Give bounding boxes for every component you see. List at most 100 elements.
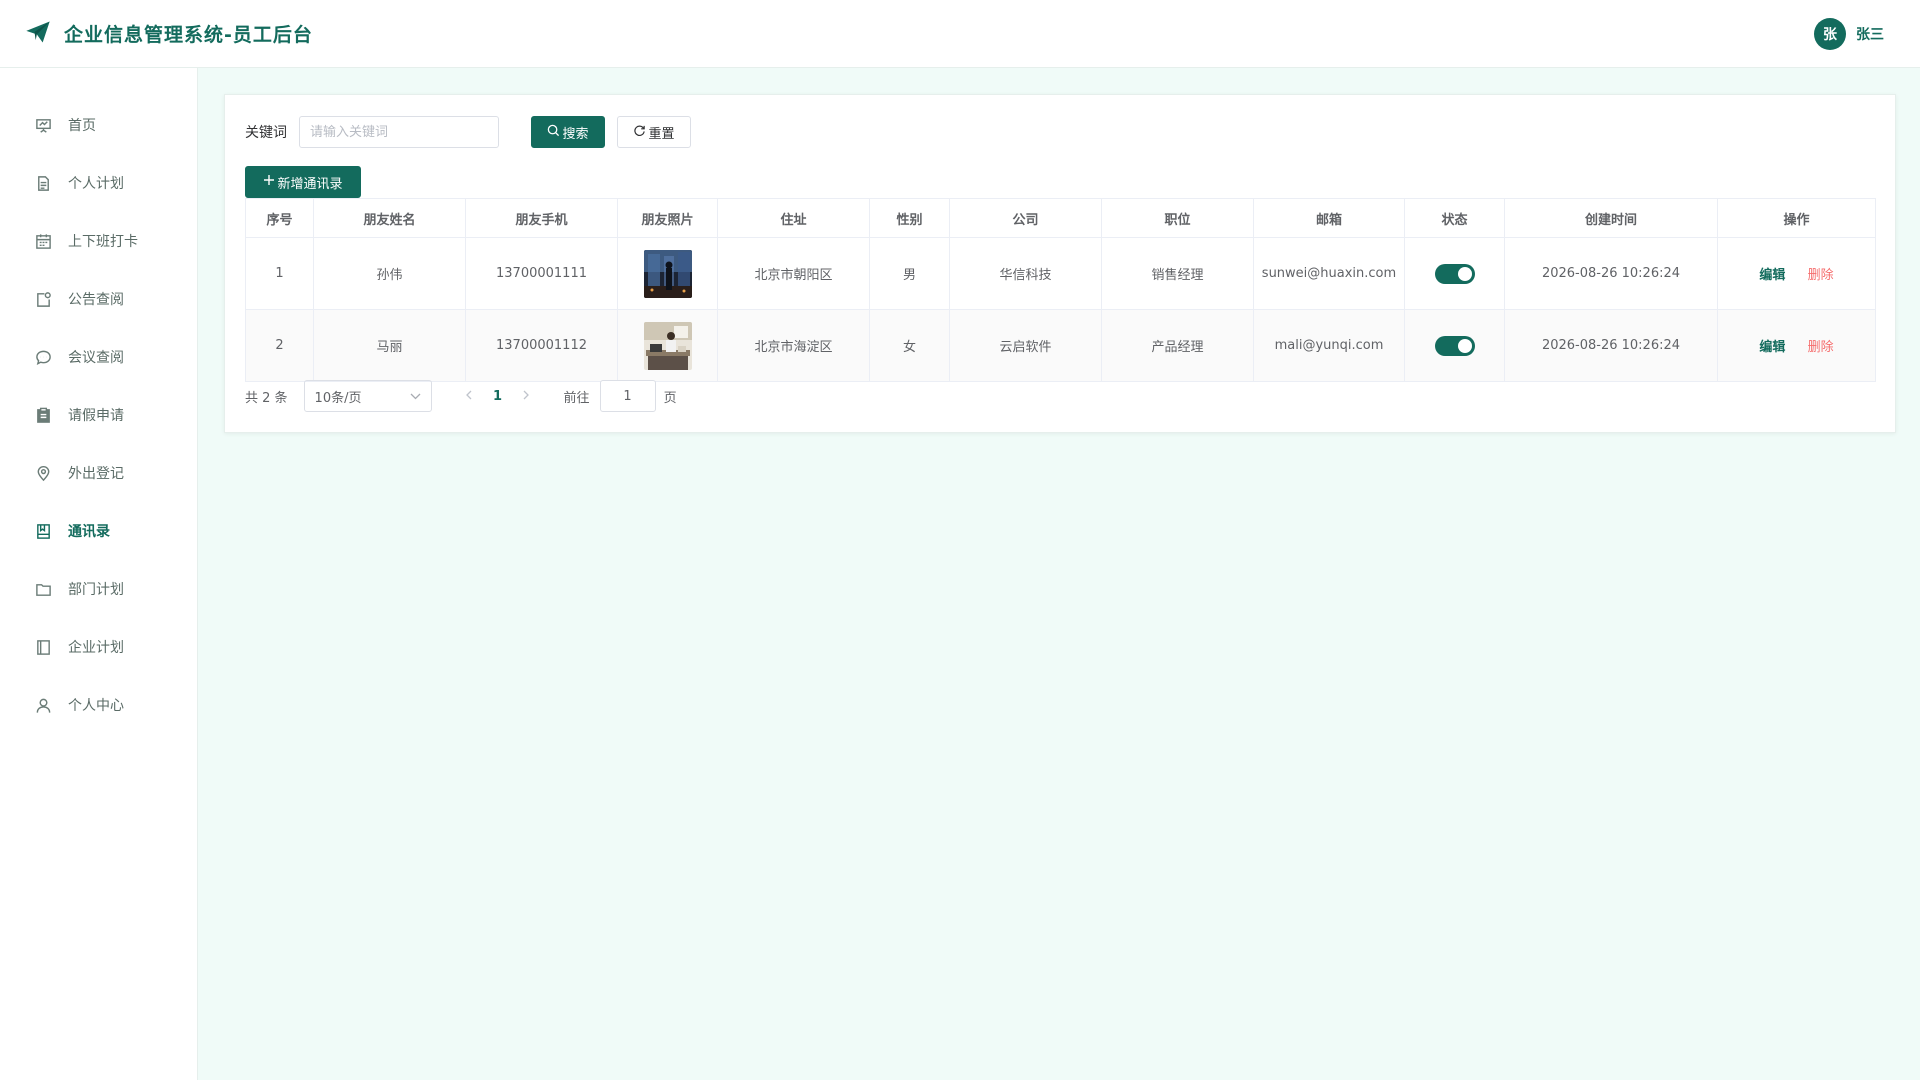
sidebar-item-label: 公告查阅: [68, 292, 124, 308]
cell-email: sunwei@huaxin.com: [1253, 237, 1405, 310]
sidebar-item-leave[interactable]: 请假申请: [0, 386, 197, 444]
toggle-knob: [1457, 266, 1472, 281]
cell-phone: 13700001112: [465, 309, 618, 382]
column-header: 朋友手机: [465, 198, 618, 238]
toggle-knob: [1457, 338, 1472, 353]
cell-name: 孙伟: [313, 237, 466, 310]
sidebar-item-label: 个人中心: [68, 698, 124, 714]
cell-photo: [617, 309, 718, 382]
chevron-left-icon: [465, 388, 472, 404]
top-header: 企业信息管理系统-员工后台 张 张三: [0, 0, 1920, 68]
page-number[interactable]: 1: [482, 389, 514, 404]
column-header: 职位: [1101, 198, 1254, 238]
sidebar-item-notices[interactable]: 公告查阅: [0, 270, 197, 328]
reset-button-label: 重置: [648, 126, 675, 142]
username[interactable]: 张三: [1856, 24, 1884, 44]
table-header-row: 序号 朋友姓名 朋友手机 朋友照片 住址 性别 公司 职位 邮箱 状态 创建时间…: [245, 198, 1876, 238]
edit-button[interactable]: 编辑: [1759, 340, 1785, 355]
sidebar-item-outing[interactable]: 外出登记: [0, 444, 197, 502]
user-menu[interactable]: 张 张三: [1814, 18, 1884, 50]
sidebar-item-meetings[interactable]: 会议查阅: [0, 328, 197, 386]
status-toggle[interactable]: [1434, 335, 1475, 356]
sidebar-item-company-plan[interactable]: 企业计划: [0, 618, 197, 676]
location-pin-icon: [34, 464, 52, 482]
column-header: 创建时间: [1504, 198, 1718, 238]
paper-plane-icon: [24, 18, 52, 50]
cell-position: 产品经理: [1101, 309, 1254, 382]
search-button-label: 搜索: [562, 126, 589, 142]
plus-icon: [263, 174, 275, 190]
keyword-label: 关键词: [245, 125, 287, 141]
search-icon: [547, 124, 560, 141]
calendar-icon: [34, 232, 52, 250]
cell-photo: [617, 237, 718, 310]
presentation-icon: [34, 116, 52, 134]
sidebar-item-label: 请假申请: [68, 408, 124, 424]
sidebar-item-label: 外出登记: [68, 466, 124, 482]
search-bar: 关键词 搜索 重置: [245, 116, 691, 148]
sidebar-item-label: 部门计划: [68, 582, 124, 598]
refresh-icon: [633, 124, 646, 141]
goto-page-input[interactable]: [599, 380, 656, 412]
pagination: 共 2 条 10条/页 1 前往 页: [245, 380, 677, 412]
logo: 企业信息管理系统-员工后台: [24, 18, 313, 50]
cell-actions: 编辑 删除: [1717, 237, 1876, 310]
cell-status: [1404, 237, 1505, 310]
sidebar-item-profile[interactable]: 个人中心: [0, 676, 197, 734]
page-size-select[interactable]: 10条/页: [303, 380, 432, 412]
cell-index: 1: [245, 237, 314, 310]
delete-button[interactable]: 删除: [1808, 340, 1834, 355]
cell-created: 2026-08-26 10:26:24: [1504, 309, 1718, 382]
sidebar-item-label: 首页: [68, 118, 96, 134]
app-title: 企业信息管理系统-员工后台: [64, 24, 313, 46]
user-icon: [34, 696, 52, 714]
address-book-icon: [34, 522, 52, 540]
prev-page-button[interactable]: [456, 388, 482, 404]
add-contact-button[interactable]: 新增通讯录: [245, 166, 361, 198]
sidebar-item-clock-in[interactable]: 上下班打卡: [0, 212, 197, 270]
chevron-right-icon: [523, 388, 530, 404]
cell-position: 销售经理: [1101, 237, 1254, 310]
edit-button[interactable]: 编辑: [1759, 268, 1785, 283]
page-size-value: 10条/页: [314, 390, 362, 406]
column-header: 操作: [1717, 198, 1876, 238]
cell-status: [1404, 309, 1505, 382]
reset-button[interactable]: 重置: [617, 116, 691, 148]
avatar[interactable]: 张: [1814, 18, 1846, 50]
total-count: 共 2 条: [245, 390, 288, 406]
sidebar-item-personal-plan[interactable]: 个人计划: [0, 154, 197, 212]
sidebar-item-dept-plan[interactable]: 部门计划: [0, 560, 197, 618]
keyword-input[interactable]: [299, 116, 499, 148]
contact-photo[interactable]: [643, 249, 692, 298]
contact-photo[interactable]: [643, 321, 692, 370]
sidebar-item-label: 上下班打卡: [68, 234, 138, 250]
notebook-icon: [34, 638, 52, 656]
delete-button[interactable]: 删除: [1808, 268, 1834, 283]
cell-email: mali@yunqi.com: [1253, 309, 1405, 382]
sidebar: 首页 个人计划 上下班打卡 公告查阅 会议查阅 请假申请 外出登记 通讯录 部门…: [0, 68, 198, 1080]
sidebar-item-label: 会议查阅: [68, 350, 124, 366]
next-page-button[interactable]: [514, 388, 540, 404]
cell-gender: 女: [869, 309, 950, 382]
column-header: 住址: [717, 198, 870, 238]
status-toggle[interactable]: [1434, 263, 1475, 284]
clipboard-icon: [34, 406, 52, 424]
document-icon: [34, 174, 52, 192]
table-row: 2 马丽 13700001112 北京市海淀区 女 云启软件 产品经理 mali…: [245, 309, 1876, 382]
cell-address: 北京市朝阳区: [717, 237, 870, 310]
cell-created: 2026-08-26 10:26:24: [1504, 237, 1718, 310]
folder-icon: [34, 580, 52, 598]
sidebar-item-contacts[interactable]: 通讯录: [0, 502, 197, 560]
contacts-table: 序号 朋友姓名 朋友手机 朋友照片 住址 性别 公司 职位 邮箱 状态 创建时间…: [245, 198, 1876, 382]
cell-actions: 编辑 删除: [1717, 309, 1876, 382]
chevron-down-icon: [410, 390, 421, 403]
notice-icon: [34, 290, 52, 308]
goto-label: 前往: [563, 390, 590, 406]
cell-company: 云启软件: [949, 309, 1102, 382]
column-header: 邮箱: [1253, 198, 1405, 238]
search-button[interactable]: 搜索: [531, 116, 605, 148]
sidebar-item-home[interactable]: 首页: [0, 96, 197, 154]
cell-index: 2: [245, 309, 314, 382]
column-header: 状态: [1404, 198, 1505, 238]
column-header: 朋友姓名: [313, 198, 466, 238]
